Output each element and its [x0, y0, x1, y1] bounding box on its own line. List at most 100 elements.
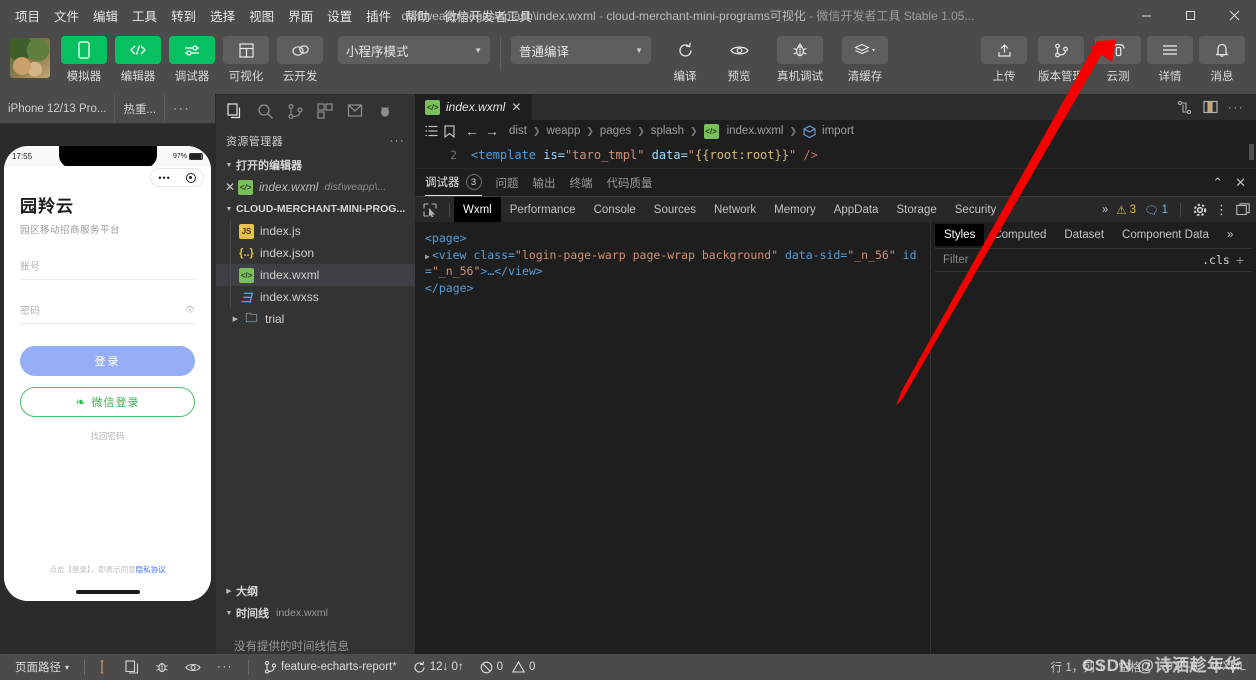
breadcrumb-item-weapp[interactable]: weapp	[546, 125, 580, 137]
maximize-button[interactable]	[1168, 0, 1212, 30]
devtools-tab-memory[interactable]: Memory	[765, 197, 825, 223]
toolbar-cloud-test[interactable]: 云测	[1094, 36, 1142, 84]
overflow-icon[interactable]: »	[1102, 204, 1108, 216]
breadcrumb-item-file[interactable]: index.wxml	[727, 125, 784, 137]
forgot-password-link[interactable]: 找回密码	[20, 430, 195, 442]
close-icon[interactable]: ✕	[222, 180, 238, 194]
privacy-policy-link[interactable]: 隐私协议	[136, 565, 166, 574]
wxml-tree[interactable]: <page> ▶ <view class="login-page-warp pag…	[415, 222, 930, 654]
devtools-tab-performance[interactable]: Performance	[501, 197, 585, 223]
collapse-panel-icon[interactable]: ⌃	[1212, 175, 1223, 191]
gear-icon[interactable]	[1193, 203, 1207, 217]
more-vertical-icon[interactable]: ⋮	[1215, 203, 1228, 216]
back-arrow-icon[interactable]: ←	[465, 123, 479, 139]
bug-icon-sb[interactable]	[148, 654, 176, 680]
wechat-login-button[interactable]: ❧ 微信登录	[20, 387, 195, 417]
git-branch-status[interactable]: feature-echarts-report*	[257, 654, 404, 680]
styles-filter-row[interactable]: Filter .cls +	[935, 248, 1252, 272]
bug-insect-icon[interactable]	[370, 96, 400, 126]
eye-icon-sb[interactable]	[178, 654, 208, 680]
toolbar-clear-cache[interactable]: 清缓存	[837, 36, 893, 84]
hot-reload-select[interactable]: 热重...	[114, 94, 164, 123]
toolbar-real-device-debug[interactable]: 真机调试	[769, 36, 831, 84]
file-item-index-wxss[interactable]: 彐 index.wxss	[216, 286, 415, 308]
folder-item-trial[interactable]: ▶ 🗀 trial	[216, 308, 415, 330]
menu-item-project[interactable]: 项目	[8, 2, 47, 29]
styles-tab-dataset[interactable]: Dataset	[1055, 224, 1113, 246]
editor-scrollbar[interactable]	[1249, 144, 1254, 160]
timeline-section[interactable]: ▼ 时间线 index.wxml	[216, 602, 415, 624]
devtools-tab-console[interactable]: Console	[585, 197, 645, 223]
simulator-more-button[interactable]: ···	[164, 94, 199, 123]
code-editor[interactable]: 2 <template is="taro_tmpl" data="{{root:…	[415, 142, 1256, 168]
outline-section[interactable]: ▶ 大纲	[216, 580, 415, 602]
menu-item-plugins[interactable]: 插件	[359, 2, 398, 29]
toolbar-version-control[interactable]: 版本管理	[1032, 36, 1090, 84]
split-editor-icon[interactable]	[1198, 94, 1222, 120]
password-eye-icon[interactable]: 👁	[185, 305, 195, 314]
debug-icon[interactable]	[340, 96, 370, 126]
user-avatar[interactable]	[10, 38, 50, 78]
copy-icon[interactable]	[118, 654, 146, 680]
errors-warnings-status[interactable]: 0 0	[473, 654, 543, 680]
tab-output[interactable]: 输出	[533, 169, 556, 196]
file-item-index-json[interactable]: {..} index.json	[216, 242, 415, 264]
tab-problems[interactable]: 问题	[496, 169, 519, 196]
toolbar-visualization[interactable]: 可视化	[222, 36, 270, 84]
styles-tab-computed[interactable]: Computed	[984, 224, 1055, 246]
close-button[interactable]	[1212, 0, 1256, 30]
outline-icon[interactable]	[425, 125, 438, 137]
account-field[interactable]: 账号	[20, 258, 195, 280]
tab-terminal[interactable]: 终端	[570, 169, 593, 196]
device-select[interactable]: iPhone 12/13 Pro...	[0, 94, 114, 123]
search-icon[interactable]	[250, 96, 280, 126]
password-field[interactable]: 密码 👁	[20, 302, 195, 324]
devtools-tab-sources[interactable]: Sources	[645, 197, 705, 223]
warning-count[interactable]: ⚠ 3	[1116, 203, 1136, 217]
indentation-setting[interactable]: 空格:2	[1118, 659, 1151, 675]
split-compare-icon[interactable]	[1172, 94, 1196, 120]
tab-code-quality[interactable]: 代码质量	[607, 169, 653, 196]
more-icon-sb[interactable]: ···	[210, 654, 240, 680]
file-encoding[interactable]: UTF-8	[1165, 661, 1198, 673]
wechat-capsule[interactable]: •••	[150, 168, 204, 187]
toolbar-editor[interactable]: 编辑器	[114, 36, 162, 84]
toolbar-details[interactable]: 详情	[1146, 36, 1194, 84]
styles-tab-component-data[interactable]: Component Data	[1113, 224, 1218, 246]
editor-tab-index-wxml[interactable]: </> index.wxml ✕	[415, 94, 533, 120]
language-mode[interactable]: WXML	[1212, 661, 1247, 673]
devtools-tab-network[interactable]: Network	[705, 197, 765, 223]
styles-tab-styles[interactable]: Styles	[935, 224, 985, 246]
devtools-tab-wxml[interactable]: Wxml	[454, 196, 501, 223]
dock-icon[interactable]	[1236, 203, 1250, 216]
menu-item-goto[interactable]: 转到	[164, 2, 203, 29]
expand-arrow-icon[interactable]: ▶	[425, 252, 430, 261]
close-icon-tab[interactable]: ✕	[511, 100, 521, 114]
tab-debugger[interactable]: 调试器 3	[425, 169, 482, 196]
extensions-icon[interactable]	[310, 96, 340, 126]
menu-item-tools[interactable]: 工具	[125, 2, 164, 29]
devtools-tab-appdata[interactable]: AppData	[825, 197, 888, 223]
open-editor-item[interactable]: ✕ </> index.wxml dist\weapp\...	[216, 176, 415, 198]
menu-item-interface[interactable]: 界面	[281, 2, 320, 29]
styles-cls-button[interactable]: .cls	[1202, 253, 1230, 267]
toolbar-debugger[interactable]: 调试器	[168, 36, 216, 84]
minimize-button[interactable]	[1124, 0, 1168, 30]
styles-add-rule-button[interactable]: +	[1236, 252, 1244, 268]
file-item-index-wxml[interactable]: </> index.wxml	[216, 264, 415, 286]
menu-item-help[interactable]: 帮助	[398, 2, 437, 29]
login-button[interactable]: 登录	[20, 346, 195, 376]
menu-item-edit[interactable]: 编辑	[86, 2, 125, 29]
open-editors-section[interactable]: ▼ 打开的编辑器	[216, 154, 415, 176]
menu-item-select[interactable]: 选择	[203, 2, 242, 29]
menu-item-devtools[interactable]: 微信开发者工具	[437, 2, 539, 29]
mode-select[interactable]: 小程序模式 ▼	[338, 36, 490, 64]
breadcrumb-item-import[interactable]: import	[822, 125, 854, 137]
info-count[interactable]: 🗨 1	[1144, 203, 1168, 217]
project-section[interactable]: ▼ CLOUD-MERCHANT-MINI-PROG...	[216, 198, 415, 220]
cursor-icon[interactable]	[93, 654, 116, 680]
toolbar-upload[interactable]: 上传	[980, 36, 1028, 84]
files-icon[interactable]	[220, 96, 250, 126]
menu-item-view[interactable]: 视图	[242, 2, 281, 29]
toolbar-messages[interactable]: 消息	[1198, 36, 1246, 84]
